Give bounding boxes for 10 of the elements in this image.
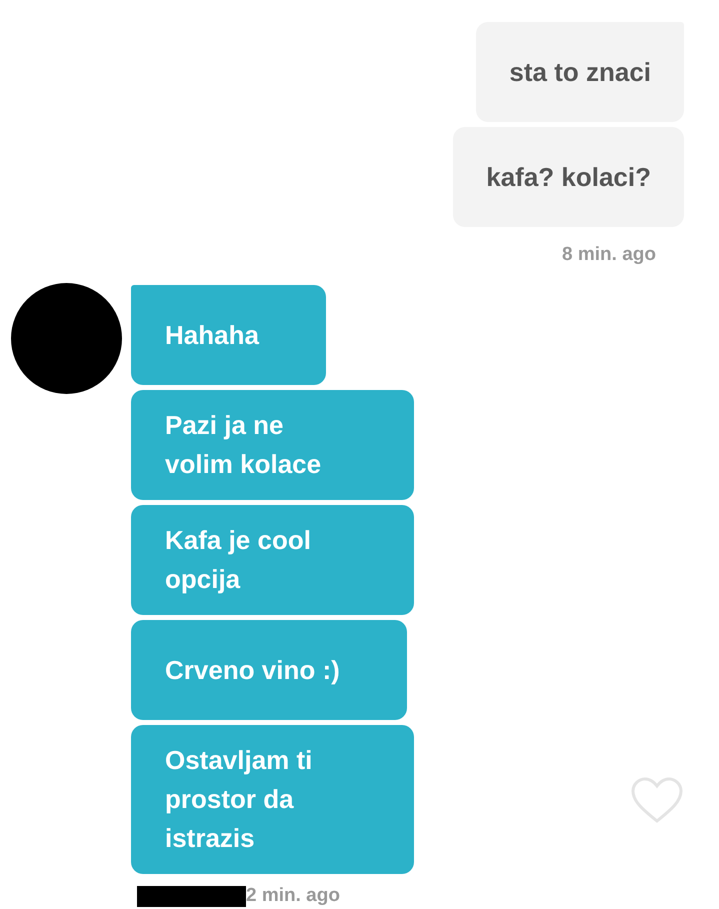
timestamp: 2 min. ago [246,885,340,907]
message-bubble: Crveno vino :) [131,620,407,720]
message-bubble: kafa? kolaci? [453,127,684,227]
message-bubble: Pazi ja ne volim kolace [131,390,414,500]
timestamp: 8 min. ago [562,244,656,266]
message-bubble: Hahaha [131,285,326,385]
message-bubble: Kafa je cool opcija [131,505,414,615]
message-bubble: sta to znaci [476,22,684,122]
heart-icon[interactable] [630,776,684,824]
message-bubble: Ostavljam ti prostor da istrazis [131,725,414,874]
